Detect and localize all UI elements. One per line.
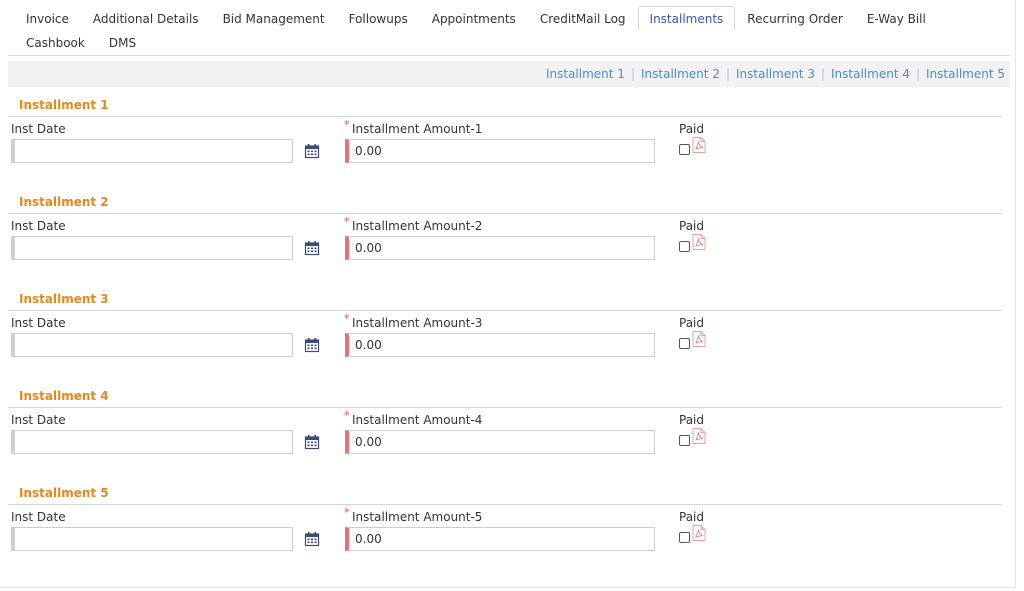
link-separator: | (630, 67, 635, 81)
installment-section-5: Installment 5 Inst Date * Installment Am… (0, 484, 1010, 581)
installments-panel: Invoice Additional Details Bid Managemen… (0, 0, 1016, 588)
installment-section-2: Installment 2 Inst Date * Installment Am… (0, 193, 1010, 290)
inst-date-label: Inst Date (11, 510, 66, 524)
quick-link-installment-5[interactable]: Installment 5 (926, 67, 1005, 81)
section-title: Installment 1 (19, 98, 109, 112)
tab-installments[interactable]: Installments (637, 6, 736, 30)
pdf-icon[interactable] (692, 428, 706, 444)
paid-checkbox[interactable] (679, 144, 690, 155)
installment-section-4: Installment 4 Inst Date * Installment Am… (0, 387, 1010, 484)
tab-cashbook[interactable]: Cashbook (14, 30, 97, 54)
link-separator: | (725, 67, 730, 81)
inst-date-input[interactable] (11, 527, 293, 551)
installment-amount-input[interactable] (345, 139, 655, 163)
tab-invoice[interactable]: Invoice (14, 6, 81, 30)
tab-additional-details[interactable]: Additional Details (81, 6, 211, 30)
calendar-icon[interactable] (304, 434, 320, 450)
section-divider (8, 213, 1002, 214)
section-title: Installment 5 (19, 486, 109, 500)
inst-date-label: Inst Date (11, 413, 66, 427)
quick-link-installment-2[interactable]: Installment 2 (641, 67, 720, 81)
tab-dms[interactable]: DMS (97, 30, 148, 54)
installment-amount-label: Installment Amount-2 (352, 219, 483, 233)
installment-quick-links: Installment 1 | Installment 2 | Installm… (8, 61, 1010, 87)
quick-link-installment-1[interactable]: Installment 1 (546, 67, 625, 81)
section-title: Installment 3 (19, 292, 109, 306)
inst-date-input[interactable] (11, 236, 293, 260)
installment-amount-input[interactable] (345, 527, 655, 551)
inst-date-label: Inst Date (11, 219, 66, 233)
pdf-icon[interactable] (692, 137, 706, 153)
paid-label: Paid (679, 510, 705, 524)
required-marker: * (344, 312, 350, 325)
installment-amount-label: Installment Amount-1 (352, 122, 483, 136)
installment-amount-input[interactable] (345, 236, 655, 260)
paid-checkbox[interactable] (679, 241, 690, 252)
pdf-icon[interactable] (692, 234, 706, 250)
paid-label: Paid (679, 122, 705, 136)
calendar-icon[interactable] (304, 240, 320, 256)
inst-date-label: Inst Date (11, 316, 66, 330)
section-title: Installment 2 (19, 195, 109, 209)
required-marker: * (344, 215, 350, 228)
installment-amount-label: Installment Amount-3 (352, 316, 483, 330)
paid-checkbox[interactable] (679, 532, 690, 543)
required-marker: * (344, 118, 350, 131)
calendar-icon[interactable] (304, 143, 320, 159)
tab-appointments[interactable]: Appointments (420, 6, 528, 30)
link-separator: | (915, 67, 921, 81)
tab-divider (8, 55, 1010, 56)
paid-label: Paid (679, 316, 705, 330)
paid-checkbox[interactable] (679, 338, 690, 349)
calendar-icon[interactable] (304, 531, 320, 547)
installment-amount-label: Installment Amount-5 (352, 510, 483, 524)
pdf-icon[interactable] (692, 331, 706, 347)
paid-checkbox[interactable] (679, 435, 690, 446)
inst-date-input[interactable] (11, 333, 293, 357)
installment-section-1: Installment 1 Inst Date * Installment Am… (0, 96, 1010, 193)
section-divider (8, 310, 1002, 311)
installment-section-3: Installment 3 Inst Date * Installment Am… (0, 290, 1010, 387)
paid-label: Paid (679, 413, 705, 427)
installment-amount-input[interactable] (345, 333, 655, 357)
installment-amount-input[interactable] (345, 430, 655, 454)
section-title: Installment 4 (19, 389, 109, 403)
section-divider (8, 407, 1002, 408)
quick-link-installment-3[interactable]: Installment 3 (736, 67, 815, 81)
tab-creditmail-log[interactable]: CreditMail Log (528, 6, 638, 30)
paid-label: Paid (679, 219, 705, 233)
inst-date-label: Inst Date (11, 122, 66, 136)
required-marker: * (344, 409, 350, 422)
section-divider (8, 504, 1002, 505)
tab-eway-bill[interactable]: E-Way Bill (855, 6, 938, 30)
section-divider (8, 116, 1002, 117)
tab-bar: Invoice Additional Details Bid Managemen… (14, 6, 1010, 54)
tab-followups[interactable]: Followups (337, 6, 420, 30)
tab-recurring-order[interactable]: Recurring Order (735, 6, 855, 30)
installment-amount-label: Installment Amount-4 (352, 413, 483, 427)
pdf-icon[interactable] (692, 525, 706, 541)
inst-date-input[interactable] (11, 430, 293, 454)
inst-date-input[interactable] (11, 139, 293, 163)
required-marker: * (344, 506, 350, 519)
link-separator: | (820, 67, 826, 81)
quick-link-installment-4[interactable]: Installment 4 (831, 67, 910, 81)
calendar-icon[interactable] (304, 337, 320, 353)
tab-bid-management[interactable]: Bid Management (211, 6, 337, 30)
